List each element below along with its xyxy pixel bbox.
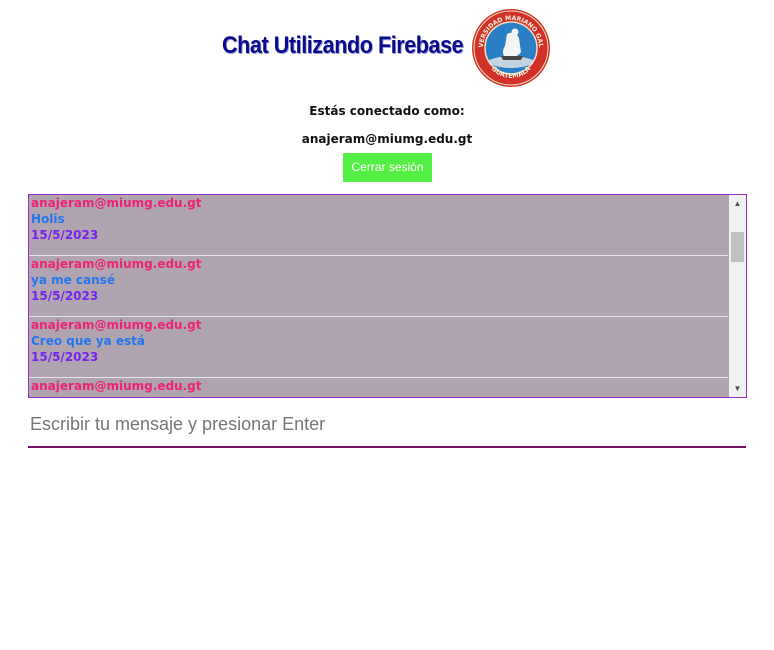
message-date: 15/5/2023 (31, 289, 99, 303)
message-item: anajeram@miumg.edu.gt Holis 15/5/2023 (29, 195, 728, 256)
message-item: anajeram@miumg.edu.gt ya me cansé 15/5/2… (29, 256, 728, 317)
university-logo-icon: UNIVERSIDAD MARIANO GALVEZ GUATEMALA (471, 8, 550, 87)
chat-scrollbar[interactable]: ▲ ▼ (729, 195, 746, 397)
message-text: Creo que ya está (31, 334, 145, 348)
message-input-wrapper (28, 404, 746, 448)
chat-page: Chat Utilizando Firebase UNIVERSIDAD MAR… (0, 0, 774, 650)
message-user: anajeram@miumg.edu.gt (31, 379, 202, 393)
user-email: anajeram@miumg.edu.gt (301, 132, 473, 146)
logout-button[interactable]: Cerrar sesión (343, 153, 432, 182)
scroll-up-arrow-icon[interactable]: ▲ (729, 195, 746, 212)
message-text: ya me cansé (31, 273, 115, 287)
message-user: anajeram@miumg.edu.gt (31, 257, 202, 271)
message-user: anajeram@miumg.edu.gt (31, 318, 202, 332)
scroll-down-arrow-icon[interactable]: ▼ (729, 380, 746, 397)
chat-messages-box[interactable]: anajeram@miumg.edu.gt Holis 15/5/2023 an… (28, 194, 747, 398)
message-date: 15/5/2023 (31, 228, 99, 242)
message-item: anajeram@miumg.edu.gt (29, 378, 728, 397)
message-user: anajeram@miumg.edu.gt (31, 196, 202, 210)
header: Chat Utilizando Firebase UNIVERSIDAD MAR… (0, 8, 774, 90)
message-date: 15/5/2023 (31, 350, 99, 364)
connected-label: Estás conectado como: (309, 104, 465, 118)
message-item: anajeram@miumg.edu.gt Creo que ya está 1… (29, 317, 728, 378)
message-input[interactable] (28, 404, 746, 444)
page-title: Chat Utilizando Firebase (222, 32, 464, 59)
scrollbar-thumb[interactable] (731, 232, 744, 262)
message-text: Holis (31, 212, 65, 226)
message-list: anajeram@miumg.edu.gt Holis 15/5/2023 an… (29, 195, 728, 397)
